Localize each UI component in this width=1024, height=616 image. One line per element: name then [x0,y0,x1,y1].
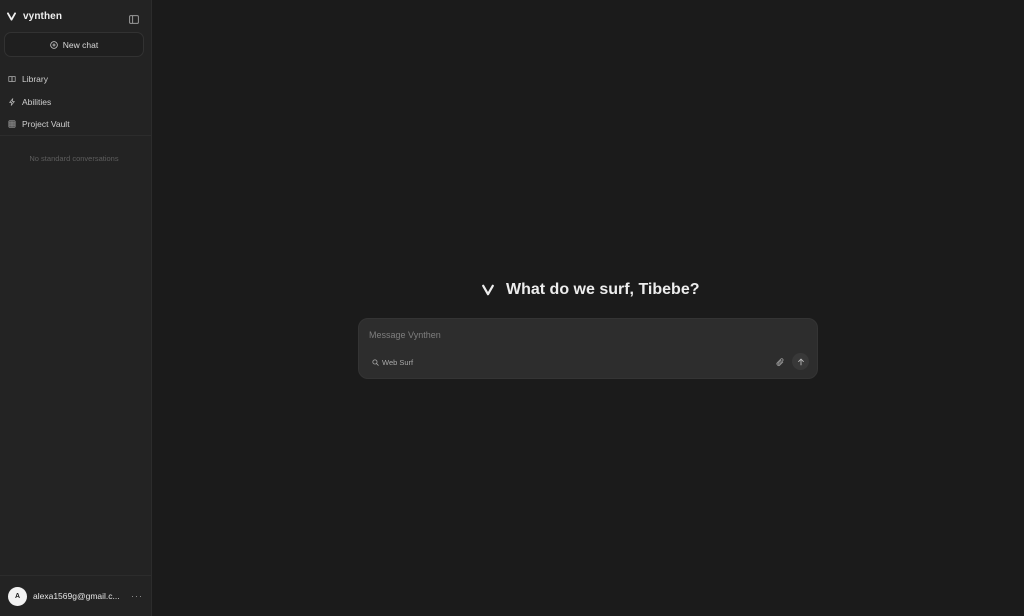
greeting-text: What do we surf, Tibebe? [506,281,700,298]
sidebar-item-abilities[interactable]: Abilities [0,91,152,114]
grid-icon [8,120,16,128]
arrow-up-icon [797,358,804,365]
brand-name: vynthen [23,10,63,22]
avatar: A [8,586,27,606]
sidebar-item-library[interactable]: Library [0,68,152,91]
web-surf-button[interactable]: Web Surf [372,356,413,368]
sidebar: vynthen New chat Library Abilities Proje… [0,0,152,616]
main-area: What do we surf, Tibebe? Web Surf [152,0,1024,616]
user-email: alexa1569g@gmail.c... [33,591,120,601]
greeting: What do we surf, Tibebe? [482,280,700,300]
bolt-icon [9,98,15,106]
v-logo-icon [7,11,16,21]
new-chat-button[interactable]: New chat [4,32,144,57]
web-surf-label: Web Surf [382,357,414,367]
app-window: vynthen New chat Library Abilities Proje… [0,0,1024,616]
user-section-divider [0,575,152,576]
new-chat-label: New chat [62,39,99,50]
sidebar-item-project-vault[interactable]: Project Vault [0,113,152,136]
more-options-button[interactable]: ··· [131,591,143,601]
sidebar-nav: Library Abilities Project Vault [0,68,152,136]
sidebar-item-label: Library [22,74,48,85]
send-button[interactable] [792,353,809,370]
message-input[interactable] [369,327,799,343]
book-icon [8,76,16,83]
sidebar-item-label: Abilities [22,96,52,107]
message-composer: Web Surf [358,318,818,379]
sidebar-divider [0,135,152,136]
plus-circle-icon [50,40,58,49]
sidebar-toggle-icon [129,15,139,24]
search-icon [372,358,379,366]
attach-button[interactable] [774,356,786,368]
user-account-row[interactable]: A alexa1569g@gmail.c... ··· [8,586,144,606]
v-logo-icon [482,284,494,296]
sidebar-item-label: Project Vault [22,119,70,130]
sidebar-toggle-button[interactable] [129,11,139,24]
paperclip-icon [775,357,784,366]
empty-conversations-note: No standard conversations [29,154,119,163]
brand[interactable]: vynthen [7,9,62,23]
